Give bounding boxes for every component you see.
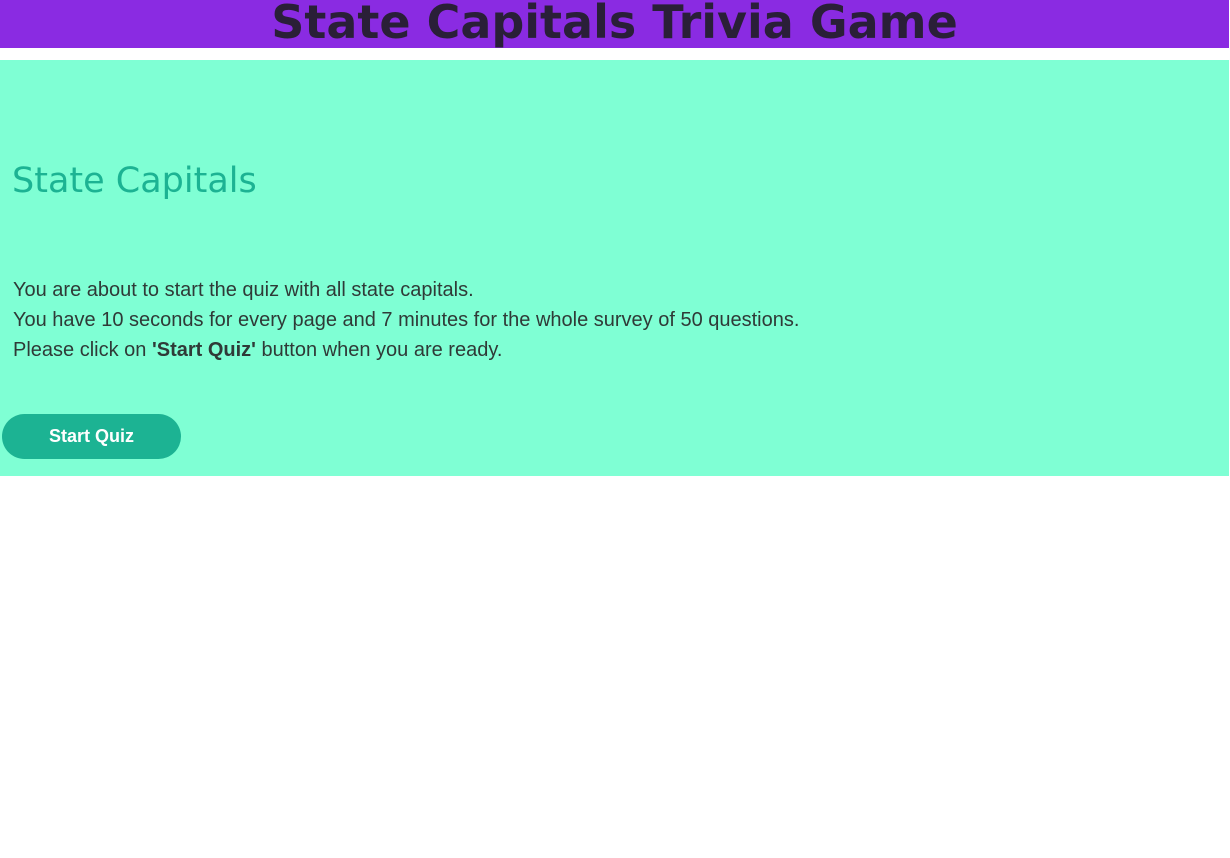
instruction-line-2: You have 10 seconds for every page and 7… [13,309,800,331]
quiz-heading: State Capitals [12,161,257,201]
instruction-line-1: You are about to start the quiz with all… [13,279,474,301]
instruction-line-3: Please click on 'Start Quiz' button when… [13,335,799,365]
instruction-line-3-suffix: button when you are ready. [255,339,503,361]
instruction-emphasis: 'Start Quiz' [151,339,256,361]
top-banner: State Capitals Trivia Game [0,0,1229,48]
quiz-instructions: You are about to start the quiz with all… [13,275,799,365]
instruction-line-3-prefix: Please click on [13,339,152,361]
start-quiz-button[interactable]: Start Quiz [2,414,181,459]
page-title: State Capitals Trivia Game [271,0,958,48]
quiz-intro-panel: State Capitals You are about to start th… [0,60,1229,476]
